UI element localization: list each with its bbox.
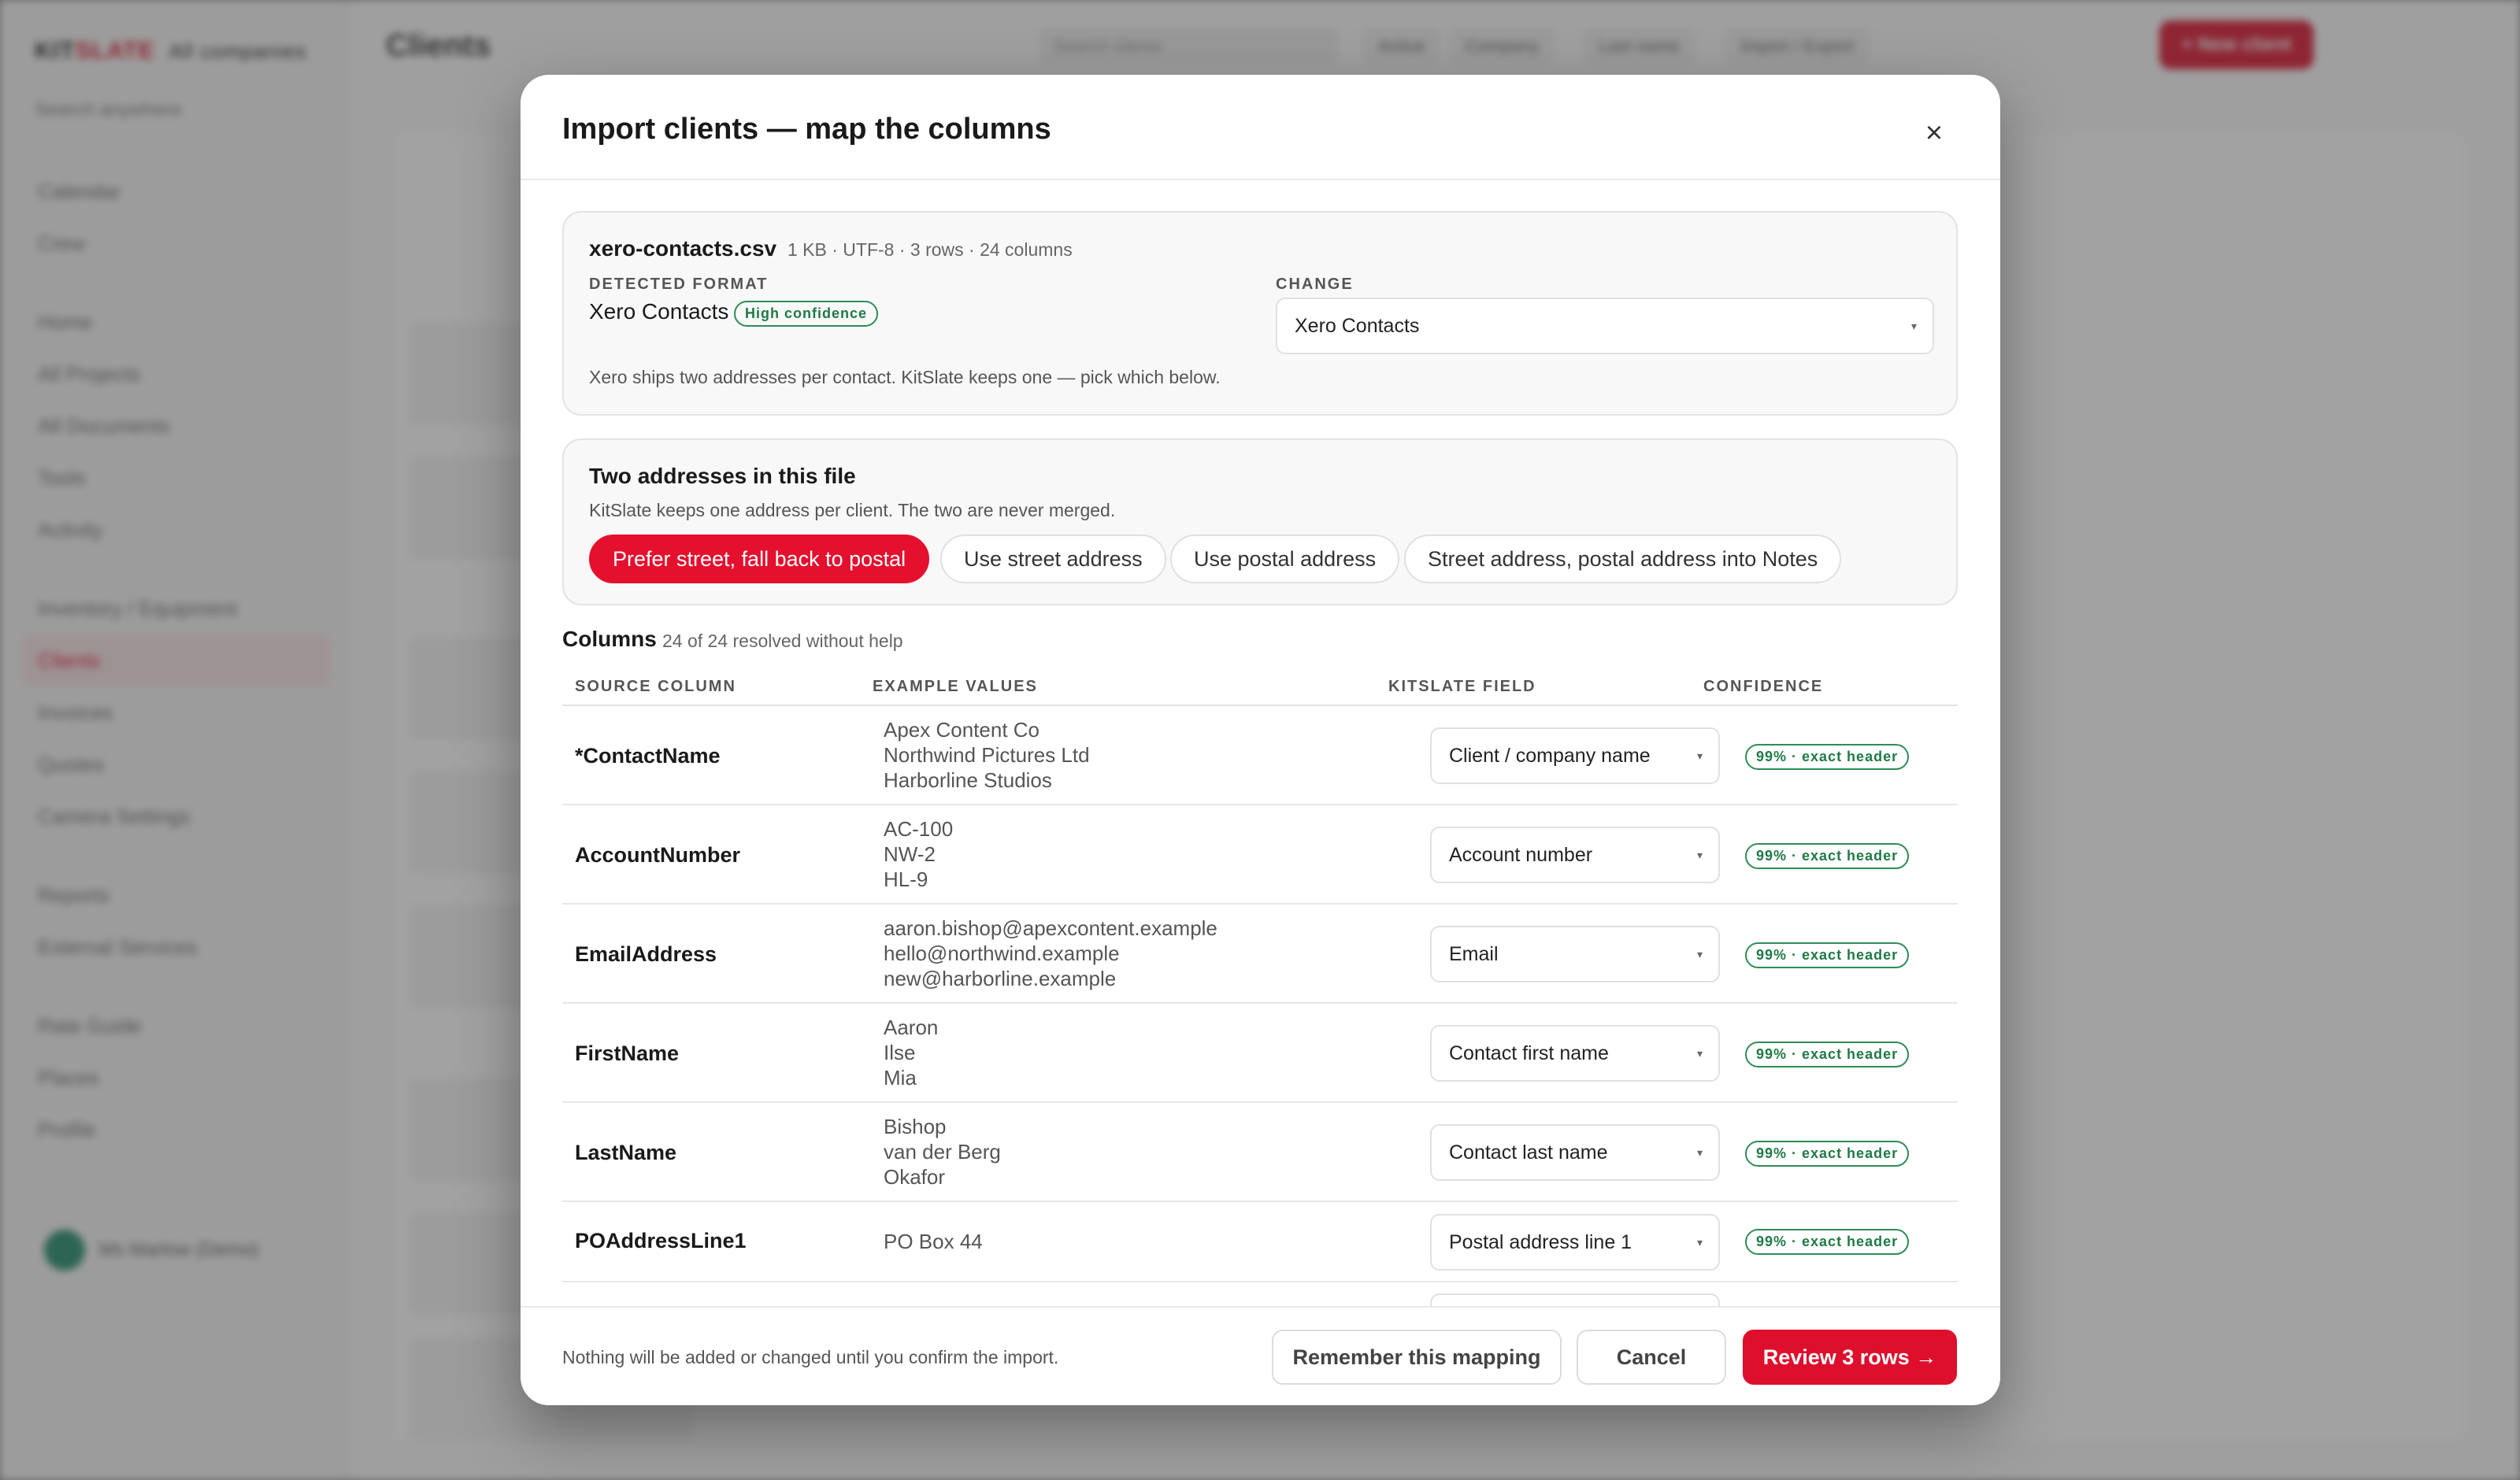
field-select-value: Postal address line 1 [1449,1231,1632,1253]
field-select[interactable]: Postal address line 1 ▾ [1430,1214,1720,1271]
address-choice: Two addresses in this file KitSlate keep… [562,438,1958,605]
chevron-down-icon: ▾ [1696,948,1703,960]
table-row: EmailAddress aaron.bishop@apexcontent.ex… [562,905,1958,1004]
example-value: Apex Content Co [884,718,1040,742]
table-row: LastName Bishop van der Berg Okafor Cont… [562,1103,1958,1202]
confidence-badge: 99% · exact header [1745,1042,1910,1067]
column-header-confidence: CONFIDENCE [1703,678,1824,695]
source-column: LastName [575,1141,677,1164]
example-value: hello@northwind.example [884,942,1120,965]
review-rows-button[interactable]: Review 3 rows → [1743,1330,1957,1385]
chevron-down-icon: ▾ [1696,1047,1703,1060]
format-select[interactable]: Xero Contacts ▾ [1276,298,1934,354]
chevron-down-icon: ▾ [1696,849,1703,861]
example-value: van der Berg [884,1140,1001,1164]
example-value: Okafor [884,1165,946,1189]
file-summary: xero-contacts.csv 1 KB · UTF-8 · 3 rows … [562,211,1958,416]
change-format-label: CHANGE [1276,276,1354,293]
address-title: Two addresses in this file [589,464,856,488]
example-values: PO Box 44 [884,1229,983,1254]
column-header-examples: EXAMPLE VALUES [873,678,1038,695]
detected-format-label: DETECTED FORMAT [589,276,769,293]
chevron-down-icon: ▾ [1696,749,1703,762]
confidence-badge: 99% · exact header [1745,843,1910,869]
example-value: Bishop [884,1115,947,1138]
example-values: aaron.bishop@apexcontent.example hello@n… [884,916,1217,991]
field-select[interactable]: Contact last name ▾ [1430,1124,1720,1181]
confidence-badge: High confidence [734,301,879,327]
source-column: POAddressLine1 [575,1229,747,1252]
footer-note: Nothing will be added or changed until y… [562,1347,1059,1367]
detected-format-value: Xero Contacts [589,299,729,324]
option-postal-address[interactable]: Use postal address [1170,535,1400,583]
modal-footer: Nothing will be added or changed until y… [521,1306,2000,1405]
confidence-badge: 99% · exact header [1745,744,1910,770]
chevron-down-icon: ▾ [1696,1236,1703,1249]
field-select[interactable]: Email ▾ [1430,926,1720,982]
file-meta: 1 KB · UTF-8 · 3 rows · 24 columns [788,239,1073,260]
confidence-badge: 99% · exact header [1745,942,1910,968]
example-value: NW-2 [884,842,936,866]
example-value: Harborline Studios [884,768,1052,792]
option-street-address[interactable]: Use street address [940,535,1166,583]
table-row: FirstName Aaron Ilse Mia Contact first n… [562,1004,1958,1103]
field-select[interactable]: Account number ▾ [1430,827,1720,883]
file-note: Xero ships two addresses per contact. Ki… [589,367,1221,387]
field-select-value: Client / company name [1449,745,1651,767]
example-value: AC-100 [884,817,954,841]
table-row: POAddressLine1 PO Box 44 Postal address … [562,1202,1958,1282]
remember-mapping-button[interactable]: Remember this mapping [1272,1330,1562,1385]
close-icon[interactable]: × [1918,117,1950,149]
source-column: EmailAddress [575,942,717,966]
source-column: FirstName [575,1042,680,1065]
field-select[interactable]: Client / company name ▾ [1430,727,1720,784]
option-street-postal-notes[interactable]: Street address, postal address into Note… [1404,535,1842,583]
columns-title: Columns [562,627,657,651]
modal-header: Import clients — map the columns × [521,75,2000,180]
file-name: xero-contacts.csv [589,236,777,261]
address-subtitle: KitSlate keeps one address per client. T… [589,500,1116,520]
import-modal: Import clients — map the columns × xero-… [521,75,2000,1405]
cancel-button[interactable]: Cancel [1577,1330,1726,1385]
table-row: AccountNumber AC-100 NW-2 HL-9 Account n… [562,805,1958,905]
source-column: *ContactName [575,744,721,768]
field-select[interactable]: Contact first name ▾ [1430,1025,1720,1082]
example-value: Northwind Pictures Ltd [884,743,1090,767]
example-values: Aaron Ilse Mia [884,1015,938,1090]
example-value: PO Box 44 [884,1230,983,1253]
example-values: Apex Content Co Northwind Pictures Ltd H… [884,717,1090,793]
example-values: AC-100 NW-2 HL-9 [884,816,953,892]
field-select-value: Email [1449,943,1499,965]
column-header-field: KITSLATE FIELD [1388,678,1536,695]
field-select-value: Contact first name [1449,1042,1609,1064]
field-select-value: Contact last name [1449,1141,1608,1164]
chevron-down-icon: ▾ [1696,1146,1703,1159]
option-prefer-street[interactable]: Prefer street, fall back to postal [589,535,930,583]
field-select-value: Account number [1449,844,1593,866]
confidence-badge: 99% · exact header [1745,1229,1910,1255]
example-value: Aaron [884,1016,939,1039]
example-value: HL-9 [884,868,928,891]
example-value: Mia [884,1066,917,1090]
table-row: *ContactName Apex Content Co Northwind P… [562,706,1958,805]
example-values: Bishop van der Berg Okafor [884,1114,1001,1190]
example-value: aaron.bishop@apexcontent.example [884,916,1217,940]
example-value: new@harborline.example [884,967,1117,990]
format-select-value: Xero Contacts [1295,315,1420,337]
columns-subtitle: 24 of 24 resolved without help [662,631,903,651]
example-value: Ilse [884,1041,916,1064]
confidence-badge: 99% · exact header [1745,1141,1910,1167]
column-header-source: SOURCE COLUMN [575,678,736,695]
source-column: AccountNumber [575,843,741,867]
chevron-down-icon: ▾ [1910,320,1917,332]
modal-title: Import clients — map the columns [562,113,1051,146]
